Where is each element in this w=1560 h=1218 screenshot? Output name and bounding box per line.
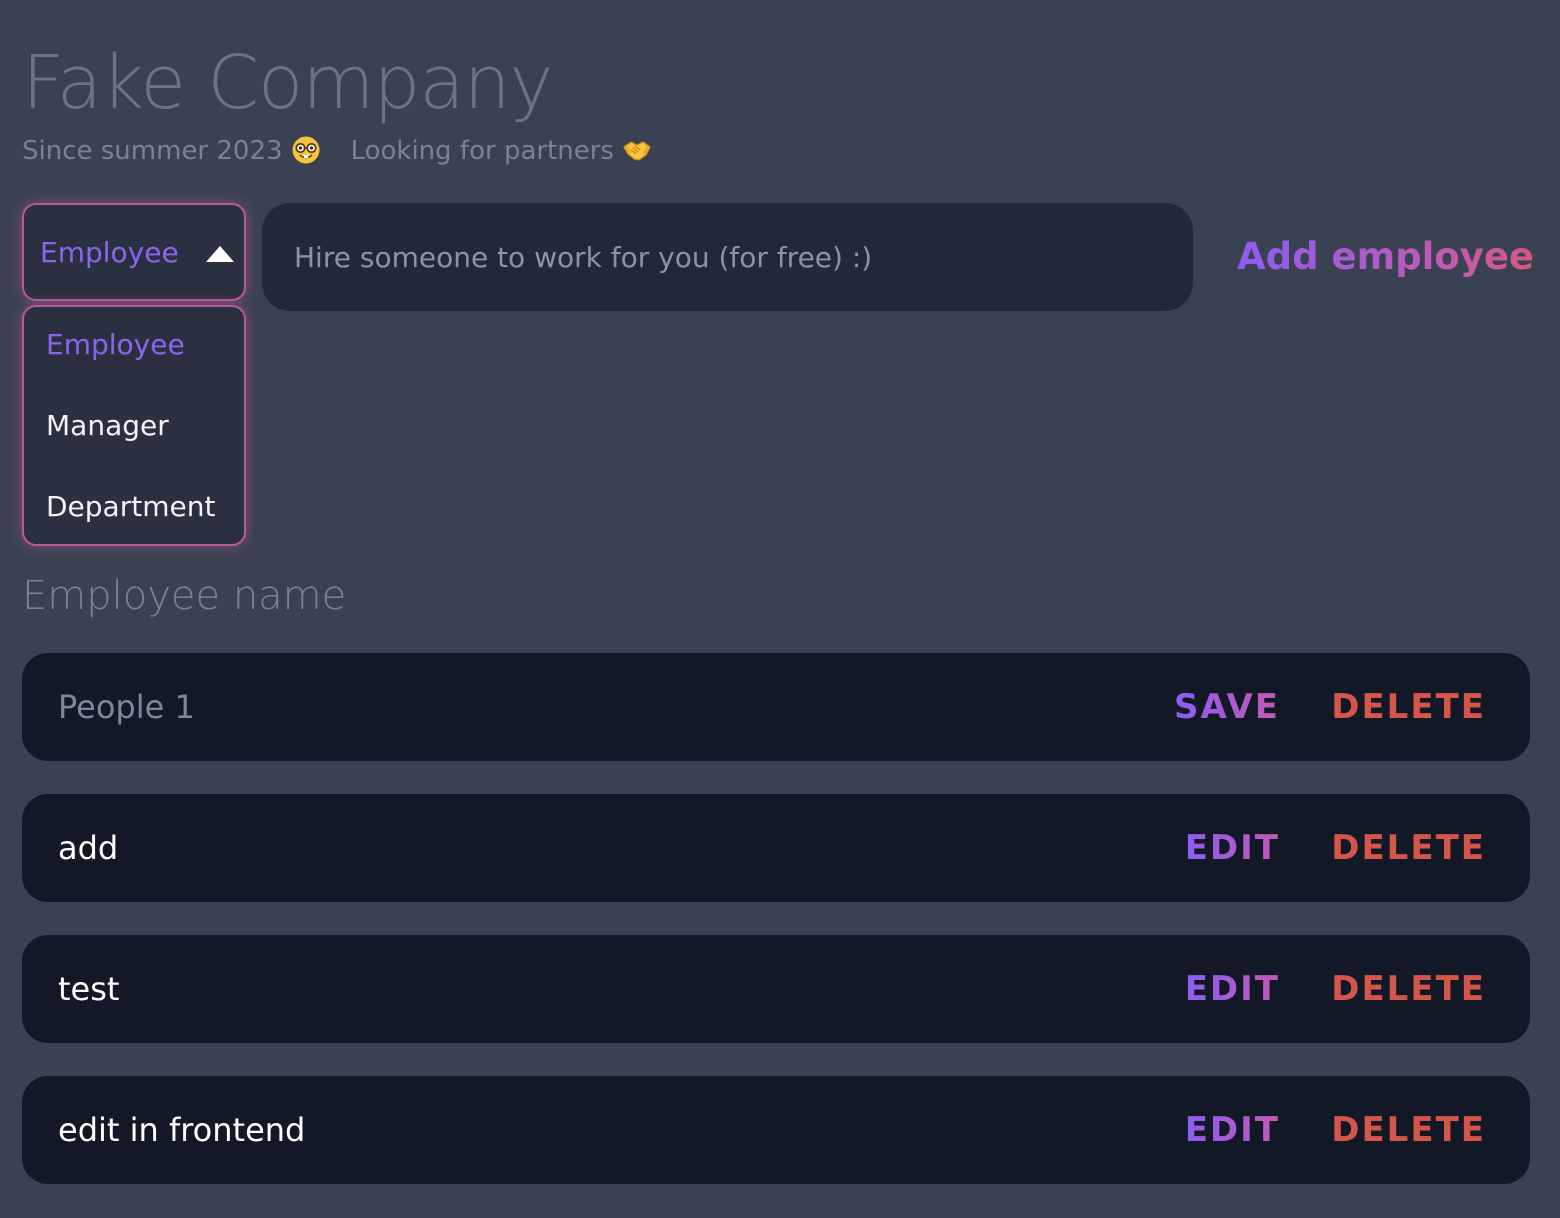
delete-button[interactable]: DELETE	[1331, 967, 1486, 1011]
employee-name: add	[58, 829, 119, 867]
partners-text: Looking for partners	[350, 136, 614, 166]
table-row: edit in frontend EDIT DELETE	[22, 1076, 1530, 1184]
table-row: add EDIT DELETE	[22, 794, 1530, 902]
edit-button[interactable]: EDIT	[1185, 826, 1280, 870]
nerd-face-icon	[292, 136, 320, 164]
type-select[interactable]: Employee	[22, 203, 246, 301]
table-row: SAVE DELETE	[22, 653, 1530, 761]
employee-name-input[interactable]	[58, 681, 958, 733]
hire-input[interactable]	[262, 203, 1193, 311]
caret-up-icon	[206, 246, 234, 262]
company-tagline: Since summer 2023 Looking for partners	[22, 132, 652, 170]
add-employee-button[interactable]: Add employee	[1237, 230, 1534, 284]
edit-button[interactable]: EDIT	[1185, 967, 1280, 1011]
dropdown-option-employee[interactable]: Employee	[46, 327, 185, 363]
delete-button[interactable]: DELETE	[1331, 685, 1486, 729]
dropdown-option-manager[interactable]: Manager	[46, 408, 169, 444]
handshake-icon	[623, 141, 651, 161]
since-text: Since summer 2023	[22, 136, 283, 166]
employee-name: test	[58, 970, 120, 1008]
list-heading: Employee name	[22, 573, 347, 619]
type-select-value: Employee	[40, 236, 179, 269]
page-title: Fake Company	[22, 40, 553, 126]
table-row: test EDIT DELETE	[22, 935, 1530, 1043]
save-button[interactable]: SAVE	[1174, 685, 1280, 729]
delete-button[interactable]: DELETE	[1331, 826, 1486, 870]
employee-name: edit in frontend	[58, 1111, 306, 1149]
edit-button[interactable]: EDIT	[1185, 1108, 1280, 1152]
delete-button[interactable]: DELETE	[1331, 1108, 1486, 1152]
dropdown-option-department[interactable]: Department	[46, 489, 215, 525]
type-dropdown-menu: Employee Manager Department	[22, 305, 246, 546]
